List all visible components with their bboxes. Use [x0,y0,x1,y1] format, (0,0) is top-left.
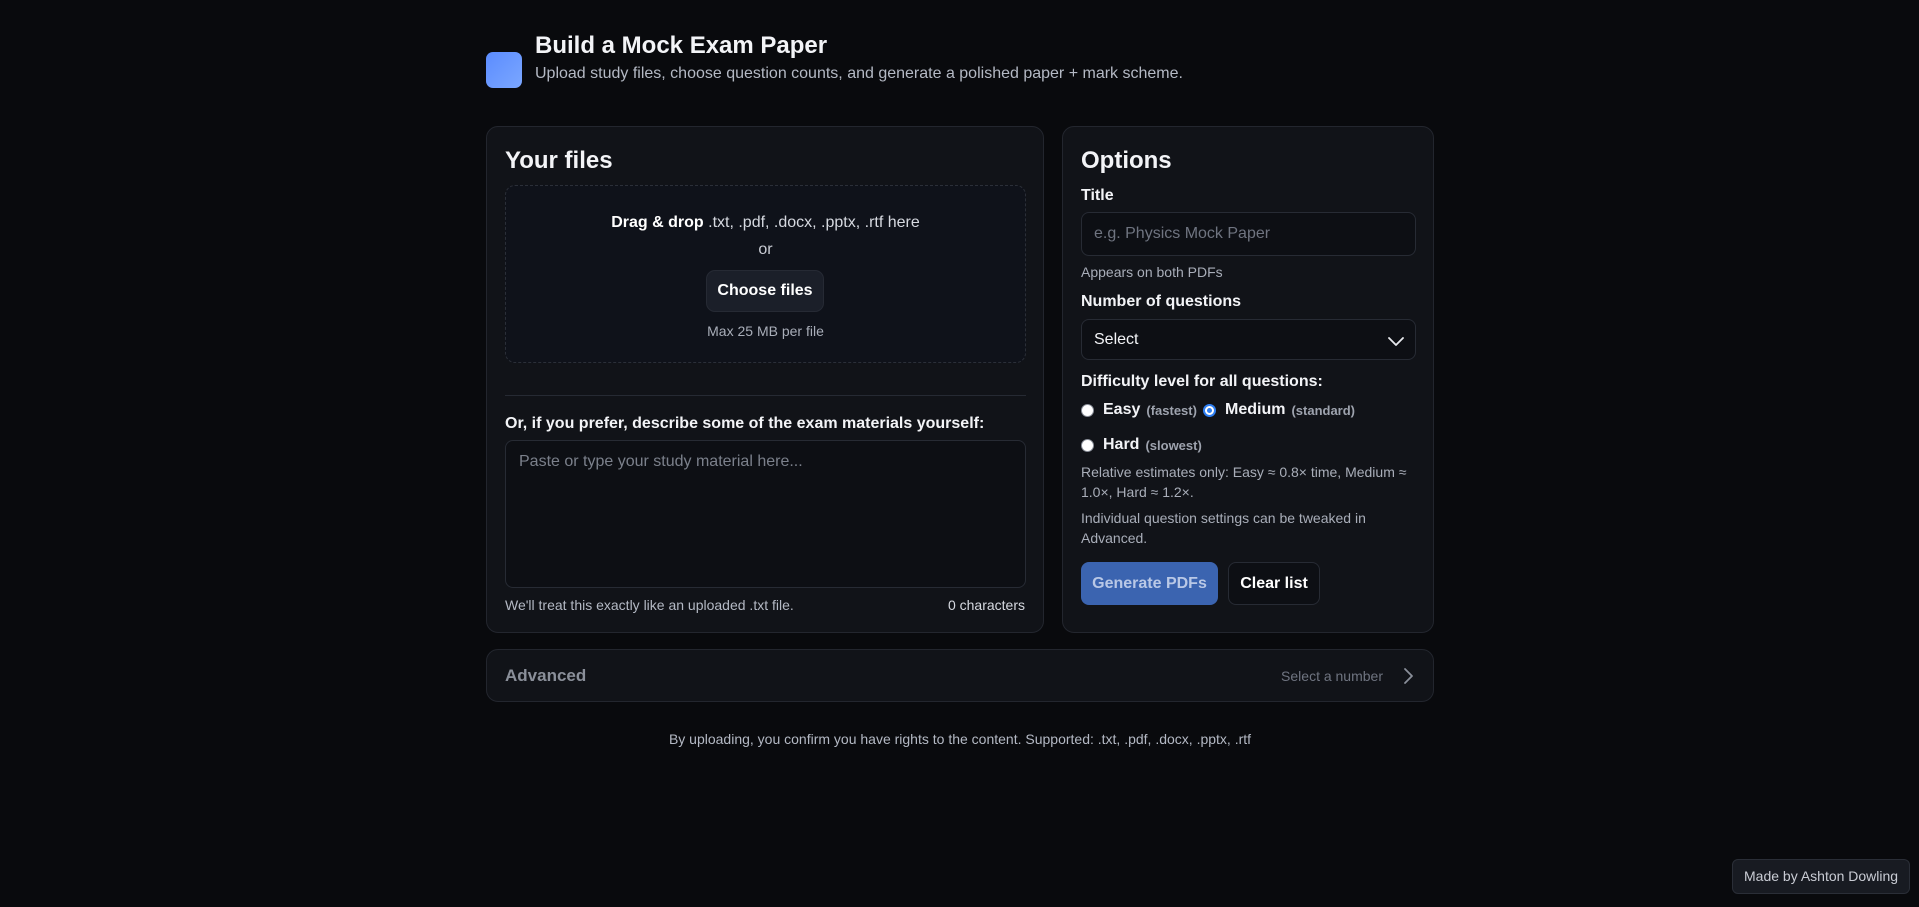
rights-disclaimer: By uploading, you confirm you have right… [668,731,1252,747]
choose-files-button[interactable]: Choose files [706,270,824,312]
chevron-right-icon [1404,668,1413,684]
describe-note: We'll treat this exactly like an uploade… [505,597,794,613]
file-dropzone[interactable]: Drag & drop .txt, .pdf, .docx, .pptx, .r… [505,185,1026,363]
title-helper: Appears on both PDFs [1081,264,1223,280]
radio-hard[interactable] [1081,438,1094,452]
chevron-down-icon [1388,337,1404,346]
advanced-tweak-note: Individual question settings can be twea… [1081,510,1366,546]
difficulty-option-easy[interactable]: Easy (fastest) [1081,401,1197,419]
study-material-textarea[interactable] [505,440,1026,588]
generate-pdfs-button[interactable]: Generate PDFs [1081,562,1218,605]
dropzone-types: .txt, .pdf, .docx, .pptx, .rtf here [703,214,920,231]
dropzone-instructions: Drag & drop .txt, .pdf, .docx, .pptx, .r… [506,214,1025,232]
header-text: Build a Mock Exam Paper Upload study fil… [535,30,1183,83]
title-input[interactable] [1081,212,1416,256]
difficulty-estimate-note: Relative estimates only: Easy ≈ 0.8× tim… [1081,464,1407,500]
describe-label: Or, if you prefer, describe some of the … [505,415,985,432]
question-count-select[interactable]: Select [1081,319,1416,360]
difficulty-hard-hint: (slowest) [1145,437,1202,453]
advanced-section-toggle[interactable]: Advanced Select a number [486,649,1434,702]
max-file-size: Max 25 MB per file [707,323,824,339]
advanced-hint: Select a number [1281,668,1383,684]
dropzone-or: or [758,241,773,258]
title-label: Title [1081,187,1114,204]
page-title: Build a Mock Exam Paper [535,32,828,59]
questions-label: Number of questions [1081,293,1242,310]
files-card-title: Your files [505,147,613,174]
character-count: 0 characters [947,597,1025,613]
page-header: Build a Mock Exam Paper Upload study fil… [486,30,1183,88]
author-credit-badge[interactable]: Made by Ashton Dowling [1732,859,1911,894]
difficulty-easy-hint: (fastest) [1146,402,1197,418]
advanced-title: Advanced [505,666,587,685]
page-subtitle: Upload study files, choose question coun… [535,65,1183,82]
difficulty-medium-hint: (standard) [1291,402,1356,418]
difficulty-easy-label: Easy [1103,401,1141,418]
radio-easy[interactable] [1081,403,1094,417]
difficulty-option-medium[interactable]: Medium (standard) [1203,401,1355,419]
select-value: Select [1094,331,1139,348]
difficulty-medium-label: Medium [1225,401,1286,418]
dropzone-bold-text: Drag & drop [611,214,704,231]
section-divider [505,395,1026,396]
difficulty-option-hard[interactable]: Hard (slowest) [1081,436,1202,454]
options-card: Options Title Appears on both PDFs Numbe… [1062,126,1434,633]
clear-list-button[interactable]: Clear list [1228,562,1320,605]
radio-medium[interactable] [1203,403,1216,417]
app-logo [486,52,522,88]
files-card: Your files Drag & drop .txt, .pdf, .docx… [486,126,1044,633]
options-card-title: Options [1081,147,1172,174]
difficulty-hard-label: Hard [1103,436,1140,453]
difficulty-label: Difficulty level for all questions: [1081,373,1323,390]
